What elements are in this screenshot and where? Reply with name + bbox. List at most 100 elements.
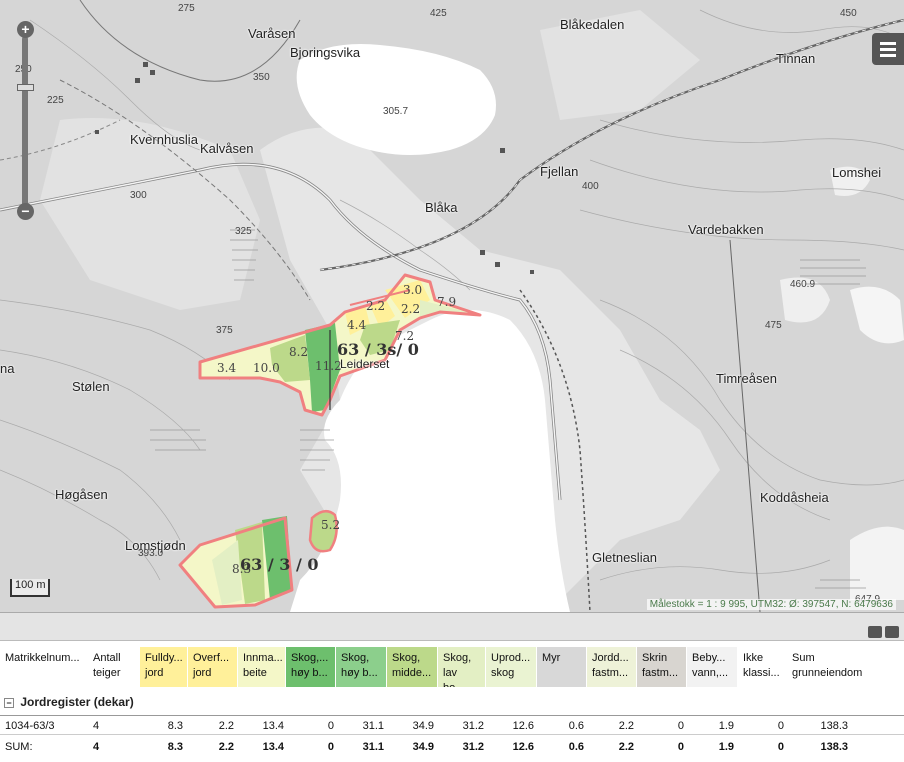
column-header[interactable]: Overf... jord <box>188 647 238 687</box>
scale-info: Målestokk = 1 : 9 995, UTM32: Ø: 397547,… <box>646 599 896 610</box>
contour-label: 475 <box>765 320 782 331</box>
column-header-line2: jord <box>145 667 164 679</box>
parcel-value: 5.2 <box>321 518 341 532</box>
place-lomshei: Lomshei <box>832 165 882 180</box>
list-icon <box>880 42 896 45</box>
column-header-line1: Sum <box>792 652 815 664</box>
info-panel: Matrikkelnum... Antall teiger Fulldy... jord… <box>0 612 904 762</box>
cell-teiger: 4 <box>93 720 100 732</box>
map-view[interactable]: Varåsen Bjoringsvika Blåkedalen Tinnan K… <box>0 0 904 612</box>
column-header-line2: høy b... <box>291 667 328 679</box>
parcel-value: 3.0 <box>403 283 423 297</box>
contour-label: 350 <box>253 72 270 83</box>
table-header: Matrikkelnum... Antall teiger Fulldy... jord… <box>0 647 869 687</box>
cell-value: 31.2 <box>462 720 484 732</box>
column-header-line2: grunneiendom <box>792 667 863 679</box>
column-header[interactable]: Skog, midde... <box>387 647 438 687</box>
contour-label: 375 <box>216 325 233 336</box>
parcel-value: 10.0 <box>253 361 280 375</box>
cell-value: 0 <box>677 741 684 753</box>
row-label: SUM: <box>5 741 33 753</box>
group-title-text: Jordregister (dekar) <box>20 695 134 709</box>
place-gletneslian: Gletneslian <box>592 550 658 565</box>
zoom-track[interactable] <box>22 36 28 212</box>
cell-value: 12.6 <box>512 741 534 753</box>
cell-value: 34.9 <box>412 741 434 753</box>
column-header[interactable]: Beby... vann,... <box>687 647 738 687</box>
column-header-line2: midde... <box>392 667 432 679</box>
cell-value: 2.2 <box>218 720 234 732</box>
column-header-line1: Skog, <box>392 652 421 664</box>
cell-value: 0.6 <box>568 720 584 732</box>
column-header[interactable]: Myr <box>537 647 587 687</box>
panel-toolbar <box>0 613 904 641</box>
zoom-slider-handle[interactable] <box>17 84 34 91</box>
elevation-label: 393.0 <box>138 548 164 559</box>
place-bjoringsvika: Bjoringsvika <box>290 45 361 60</box>
column-header-line1: Antall <box>93 652 121 664</box>
column-header[interactable]: Jordd... fastm... <box>587 647 637 687</box>
cell-value: 13.4 <box>262 720 284 732</box>
column-header-line2: vann,... <box>692 667 729 679</box>
column-header[interactable]: Innma... beite <box>238 647 286 687</box>
place-kvernhuslia: Kvernhuslia <box>130 132 198 147</box>
zoom-out-button[interactable]: − <box>17 203 34 220</box>
cell-value: 31.1 <box>362 741 384 753</box>
column-header-line2: fastm... <box>592 667 629 679</box>
place-stolen: Stølen <box>72 379 110 394</box>
column-header[interactable]: Skog,... høy b... <box>286 647 336 687</box>
contour-label: 275 <box>178 3 195 14</box>
cell-value: 13.4 <box>262 741 284 753</box>
layers-list-button[interactable] <box>872 33 904 65</box>
column-header[interactable]: Skog, lav bo... <box>438 647 486 687</box>
column-header[interactable]: Ikke klassi... <box>738 647 787 687</box>
parcel-value: 3.4 <box>217 361 237 375</box>
parcel-value: 11.2 <box>315 359 342 373</box>
column-header-line2: fastm... <box>642 667 679 679</box>
column-header-line1: Innma... <box>243 652 283 664</box>
cell-value: 0 <box>777 741 784 753</box>
table-row[interactable]: 1034-63/3 4 8.3 2.2 13.4 0 31.1 34.9 31.2 12.6 0.6… <box>0 715 904 735</box>
elevation-label: 460.9 <box>790 279 816 290</box>
column-header-line1: Skog, <box>443 652 472 664</box>
cell-value: 138.3 <box>820 720 848 732</box>
place-blakedalen: Blåkedalen <box>560 17 625 32</box>
column-header[interactable]: Fulldy... jord <box>140 647 188 687</box>
group-header[interactable]: − Jordregister (dekar) <box>0 695 904 715</box>
column-header-line1: Myr <box>542 652 561 664</box>
cell-value: 8.3 <box>167 741 183 753</box>
column-header-line1: Skog, <box>341 652 370 664</box>
column-header[interactable]: Antall teiger <box>88 647 140 687</box>
cell-value: 0 <box>677 720 684 732</box>
place-leiderset: Leiderset <box>340 357 390 371</box>
column-header-line1: Beby... <box>692 652 726 664</box>
contour-label: 325 <box>235 226 252 237</box>
collapse-icon[interactable]: − <box>4 697 14 708</box>
column-header[interactable]: Matrikkelnum... <box>0 647 88 687</box>
column-header-line1: Skrin <box>642 652 668 664</box>
cell-value: 0 <box>327 720 334 732</box>
place-vardebakken: Vardebakken <box>688 222 764 237</box>
eiendom-label-south: 63 / 3 / 0 <box>240 555 319 574</box>
list-icon-line <box>880 54 896 57</box>
column-header[interactable]: Skog, høy b... <box>336 647 387 687</box>
column-header[interactable]: Skrin fastm... <box>637 647 687 687</box>
cell-value: 2.2 <box>618 741 634 753</box>
place-kalvasen: Kalvåsen <box>200 141 254 156</box>
contour-label: 450 <box>840 8 857 19</box>
column-header-line1: Matrikkelnum... <box>5 652 80 664</box>
scale-bar: 100 m <box>10 579 50 597</box>
place-varasen: Varåsen <box>248 26 296 41</box>
cell-value: 8.3 <box>167 720 183 732</box>
cell-value: 0.6 <box>568 741 584 753</box>
column-header-line1: Fulldy... <box>145 652 183 664</box>
column-header[interactable]: Uprod... skog <box>486 647 537 687</box>
cell-value: 34.9 <box>412 720 434 732</box>
maximize-icon[interactable] <box>885 626 899 638</box>
column-header-line1: Jordd... <box>592 652 629 664</box>
zoom-in-button[interactable]: + <box>17 21 34 38</box>
cell-value: 2.2 <box>618 720 634 732</box>
minimize-icon[interactable] <box>868 626 882 638</box>
column-header[interactable]: Sum grunneiendom <box>787 647 869 687</box>
cell-value: 12.6 <box>512 720 534 732</box>
